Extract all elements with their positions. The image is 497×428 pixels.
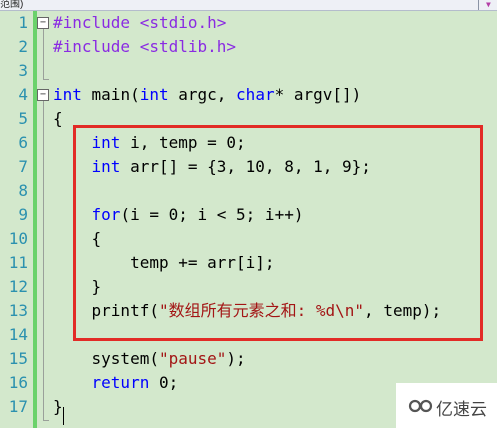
line-number: 1 [18,13,28,32]
code-line: } [53,395,63,419]
line-number: 11 [8,253,28,272]
code-token: { [53,109,63,128]
code-line: system("pause"); [53,347,246,371]
editor-navigation-bar: 范围) ▼ [0,0,497,11]
preprocessor-token: #include [53,37,140,56]
preprocessor-token: #include [53,13,140,32]
keyword-token: int [139,85,169,104]
yisu-cloud-logo-icon [408,399,433,413]
line-number: 10 [8,229,28,248]
watermark: 亿速云 [396,383,497,428]
line-number: 8 [18,181,28,200]
line-number: 5 [18,109,28,128]
code-line: #include <stdio.h> [53,11,226,35]
code-line: return 0; [53,371,179,395]
fold-guide-end [43,420,49,421]
line-number: 17 [8,397,28,416]
code-token: * argv[]) [274,85,362,104]
code-line: int main(int argc, char* argv[]) [53,83,361,107]
collapse-include-block-icon[interactable]: − [37,17,49,29]
chevron-down-icon[interactable]: ▼ [486,1,493,9]
text-cursor [63,407,64,425]
toolbar-separator [478,0,479,10]
line-number-gutter: 1 2 3 4 5 6 7 8 9 10 11 12 13 14 15 16 17 [0,11,32,428]
code-token: system( [53,349,159,368]
fold-guide-end [43,79,49,80]
line-number: 16 [8,373,28,392]
watermark-text: 亿速云 [436,400,487,420]
line-number: 14 [8,325,28,344]
code-token: main( [81,85,140,104]
highlight-annotation-box [73,125,483,341]
scope-dropdown-label[interactable]: 范围) [0,0,23,10]
keyword-token: int [53,85,82,104]
line-number: 3 [18,61,28,80]
line-number: 2 [18,37,28,56]
code-token: 0; [149,373,179,392]
code-token: ); [226,349,246,368]
line-number: 7 [18,157,28,176]
line-number: 6 [18,133,28,152]
line-number: 9 [18,205,28,224]
line-number: 12 [8,277,28,296]
code-line: { [53,107,63,131]
collapse-main-function-icon[interactable]: − [37,89,49,101]
line-number: 4 [18,85,28,104]
preprocessor-token: <stdio.h> [139,13,227,32]
keyword-token: char [236,85,275,104]
line-number: 15 [8,349,28,368]
fold-guide-line [43,29,44,79]
fold-guide-line [43,101,44,421]
keyword-token: return [91,373,150,392]
preprocessor-token: <stdlib.h> [139,37,237,56]
code-token: argc, [168,85,237,104]
string-token: "pause" [158,349,227,368]
code-token: } [53,397,63,416]
outlining-margin: − − [37,11,51,428]
code-line: #include <stdlib.h> [53,35,236,59]
line-number: 13 [8,301,28,320]
